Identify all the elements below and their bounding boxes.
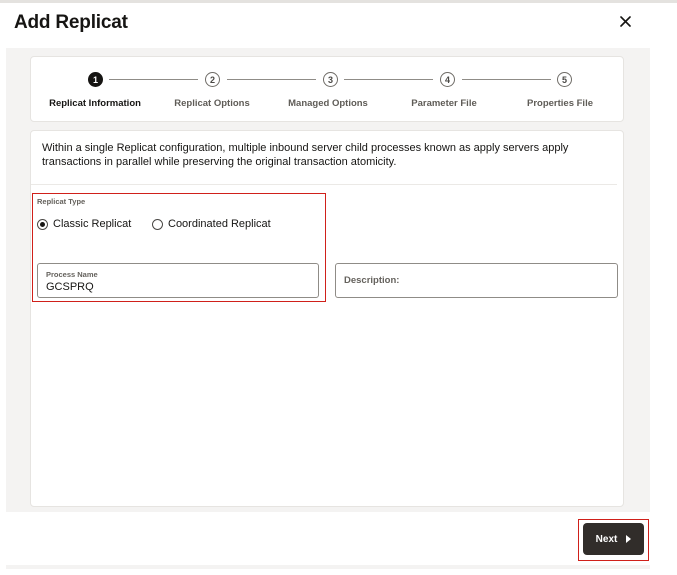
step-4-label[interactable]: Parameter File bbox=[411, 98, 476, 109]
step-3-indicator[interactable]: 3 bbox=[323, 72, 338, 87]
window-top-edge bbox=[0, 0, 677, 3]
radio-selected-icon[interactable] bbox=[37, 218, 48, 230]
step-5-label[interactable]: Properties File bbox=[527, 98, 593, 109]
next-button[interactable]: Next bbox=[583, 523, 644, 555]
divider bbox=[31, 184, 617, 185]
form-card: Within a single Replicat configuration, … bbox=[30, 130, 624, 507]
description-placeholder: Description: bbox=[344, 275, 400, 286]
close-icon bbox=[619, 15, 631, 27]
close-button[interactable] bbox=[615, 11, 635, 31]
step-3-label[interactable]: Managed Options bbox=[288, 98, 368, 109]
description-field[interactable]: Description: bbox=[335, 263, 618, 298]
radio-coordinated-replicat[interactable]: Coordinated Replicat bbox=[152, 218, 271, 230]
train-connector bbox=[227, 79, 316, 80]
process-name-label: Process Name bbox=[46, 270, 98, 279]
step-2-indicator[interactable]: 2 bbox=[205, 72, 220, 87]
step-2-label[interactable]: Replicat Options bbox=[174, 98, 249, 109]
train-connector bbox=[344, 79, 433, 80]
bottom-strip bbox=[6, 565, 650, 569]
step-1-label[interactable]: Replicat Information bbox=[49, 98, 141, 109]
process-name-value[interactable]: GCSPRQ bbox=[46, 281, 94, 293]
intro-text: Within a single Replicat configuration, … bbox=[42, 142, 569, 168]
radio-classic-replicat[interactable]: Classic Replicat bbox=[37, 218, 131, 230]
radio-label: Coordinated Replicat bbox=[168, 218, 271, 230]
dialog-title: Add Replicat bbox=[14, 12, 128, 33]
step-4-indicator[interactable]: 4 bbox=[440, 72, 455, 87]
step-5-indicator[interactable]: 5 bbox=[557, 72, 572, 87]
radio-unselected-icon[interactable] bbox=[152, 218, 163, 230]
train-connector bbox=[462, 79, 551, 80]
step-1-indicator[interactable]: 1 bbox=[88, 72, 103, 87]
next-button-label: Next bbox=[595, 533, 618, 545]
train-connector bbox=[109, 79, 198, 80]
radio-label: Classic Replicat bbox=[53, 218, 132, 230]
dialog-body: 1 2 3 4 5 Replicat Information Replicat … bbox=[6, 48, 650, 512]
caret-right-icon bbox=[626, 535, 632, 543]
replicat-type-label: Replicat Type bbox=[37, 197, 86, 206]
step-train: 1 2 3 4 5 Replicat Information Replicat … bbox=[30, 56, 624, 122]
process-name-field[interactable]: Process Name GCSPRQ bbox=[37, 263, 319, 298]
